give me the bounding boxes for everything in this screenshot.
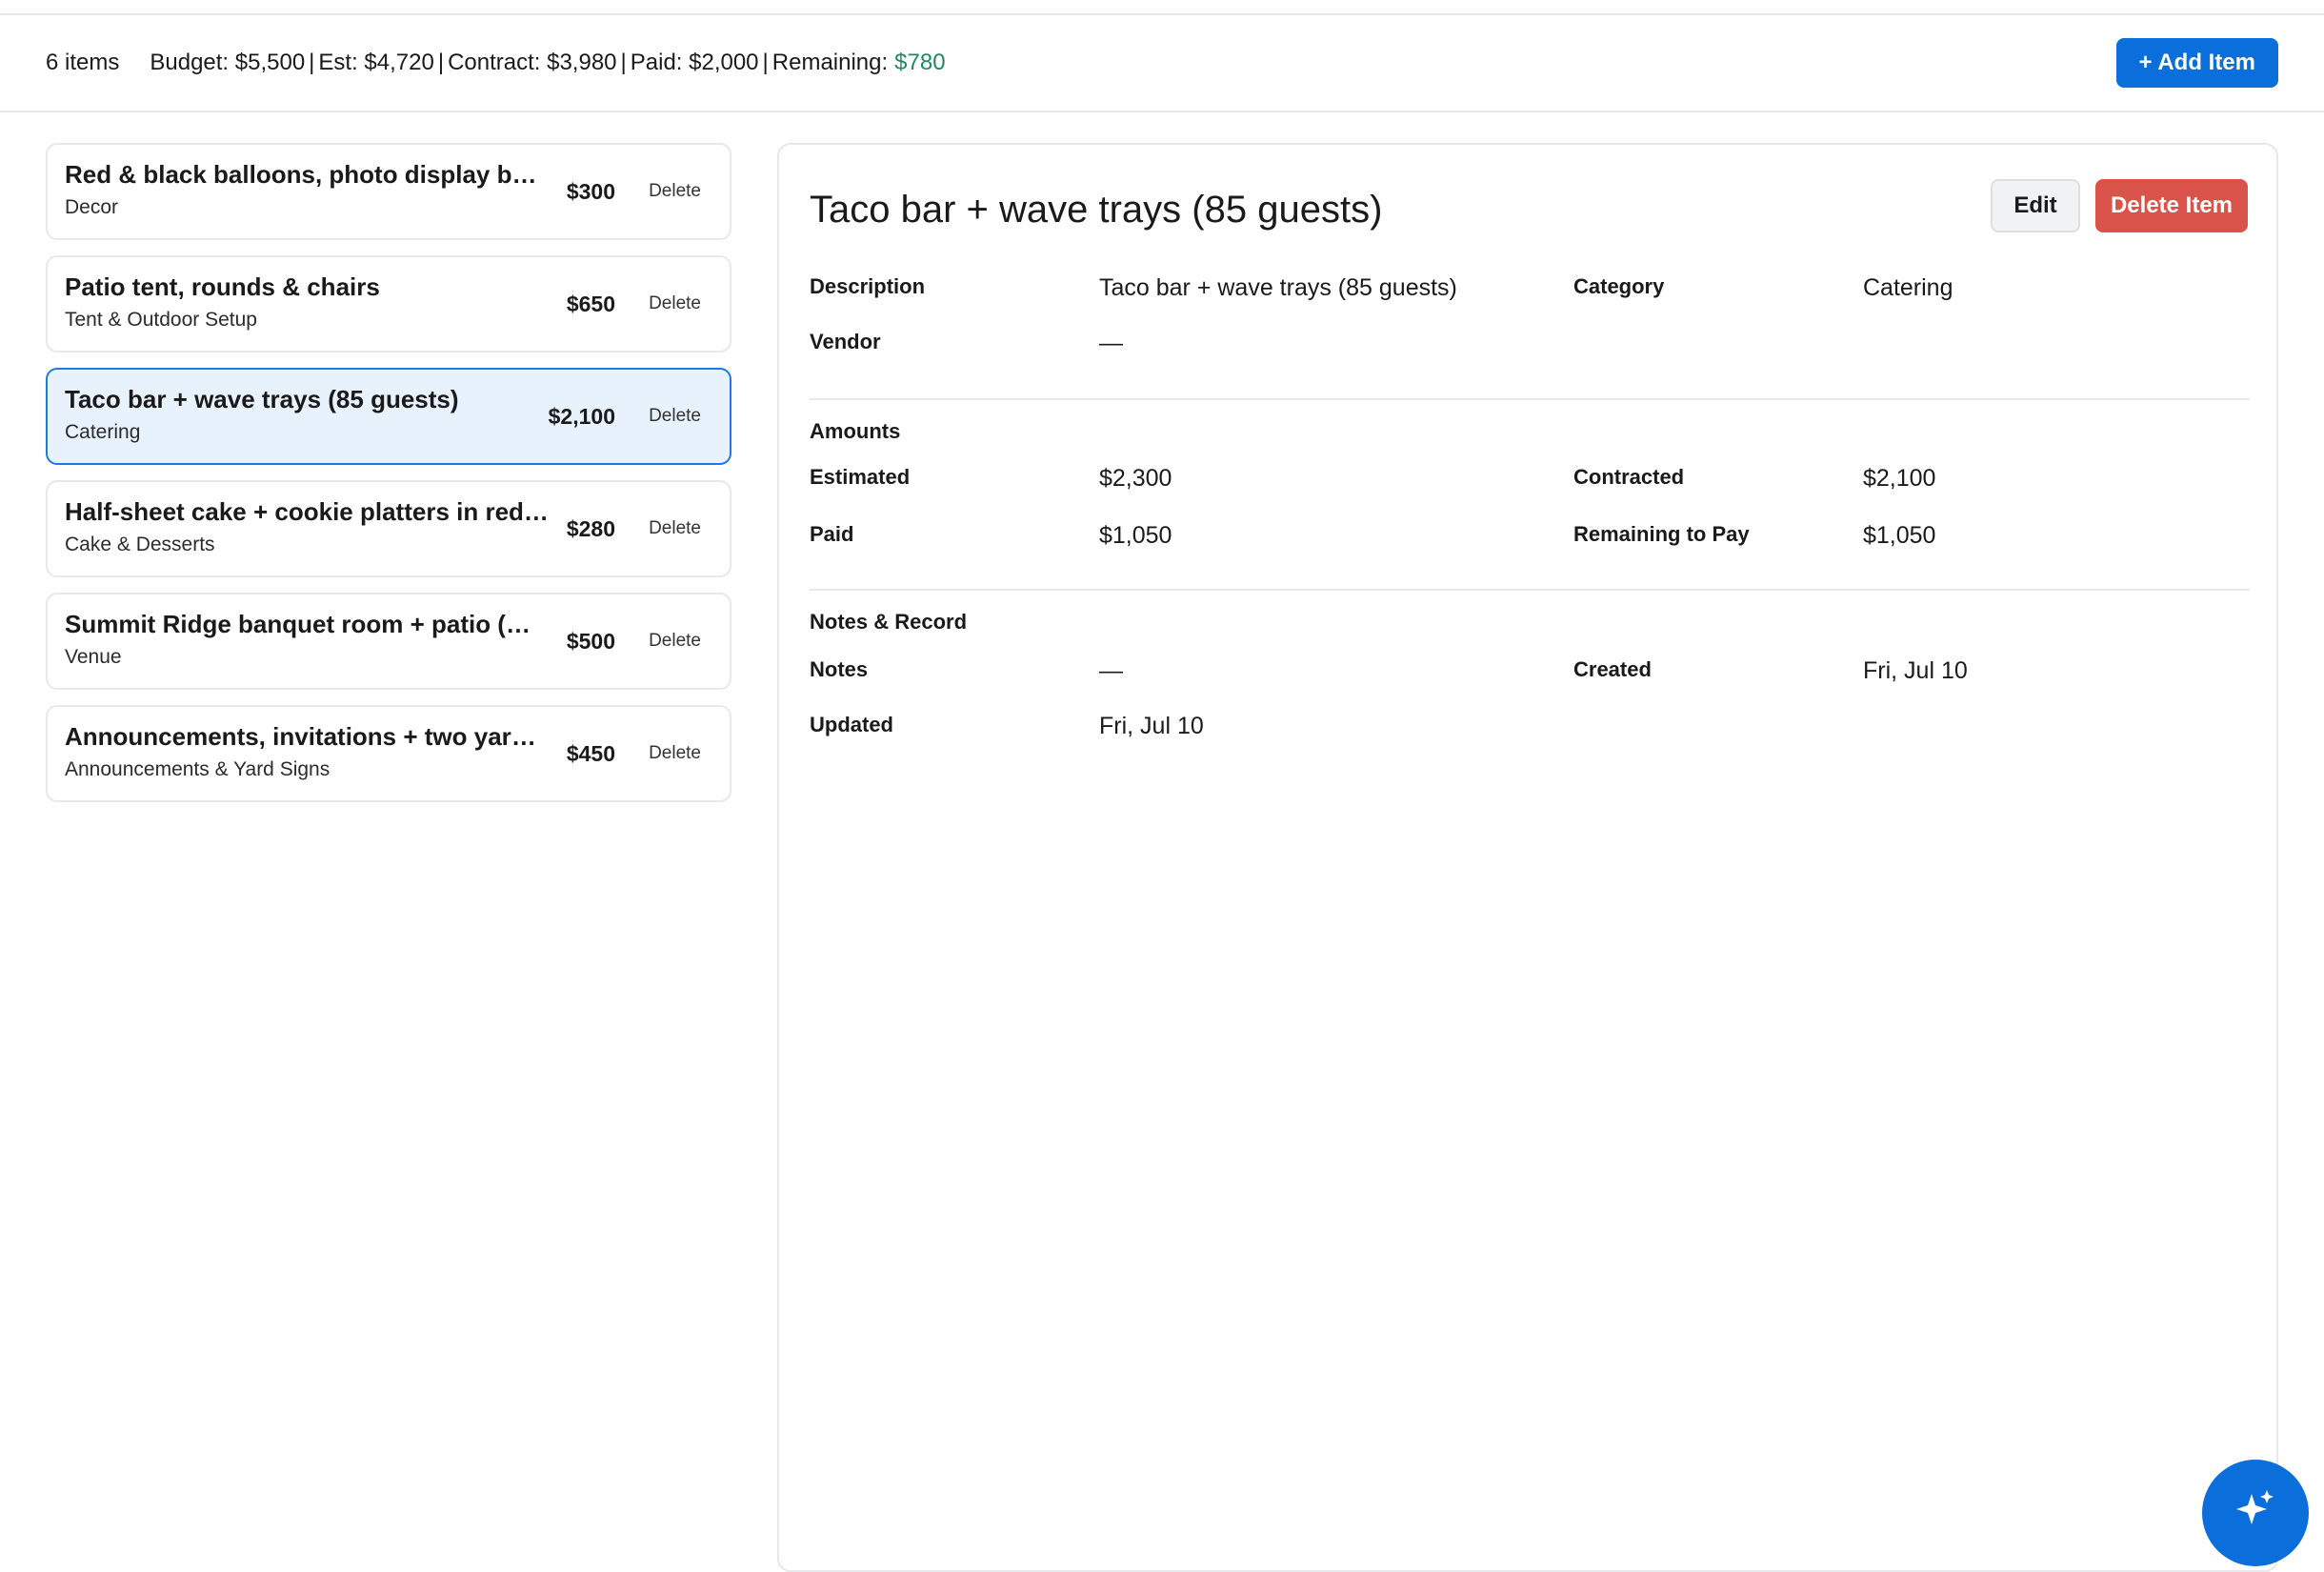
item-category: Decor <box>65 196 119 218</box>
notes-value: — <box>1099 657 1123 684</box>
item-count: 6 items <box>46 50 120 75</box>
contract-total: Contract: $3,980 <box>448 50 617 75</box>
sparkle-icon <box>2236 1490 2274 1524</box>
item-delete-button[interactable]: Delete <box>649 179 701 204</box>
item-title: Half-sheet cake + cookie platters in red… <box>65 497 551 526</box>
list-item[interactable]: Red & black balloons, photo display boar… <box>46 143 731 240</box>
item-delete-button[interactable]: Delete <box>649 292 701 316</box>
detail-title: Taco bar + wave trays (85 guests) <box>810 189 1383 231</box>
item-list: Red & black balloons, photo display boar… <box>46 143 731 817</box>
contracted-label: Contracted <box>1573 465 1685 489</box>
budget-total: Budget: $5,500 <box>150 50 306 75</box>
item-price: $300 <box>566 179 615 204</box>
notes-label: Notes <box>810 657 869 681</box>
contracted-value: $2,100 <box>1863 465 1936 492</box>
item-price: $2,100 <box>548 404 615 429</box>
remaining-to-pay-value: $1,050 <box>1863 522 1936 549</box>
item-category: Tent & Outdoor Setup <box>65 309 257 331</box>
item-delete-button[interactable]: Delete <box>649 629 701 654</box>
add-item-button[interactable]: + Add Item <box>2115 38 2278 88</box>
list-item[interactable]: Patio tent, rounds & chairs Tent & Outdo… <box>46 255 731 353</box>
item-category: Venue <box>65 646 122 668</box>
paid-value: $1,050 <box>1099 522 1172 549</box>
summary-separator: | <box>762 50 769 75</box>
category-value: Catering <box>1863 274 1953 301</box>
updated-label: Updated <box>810 713 893 736</box>
list-item[interactable]: Half-sheet cake + cookie platters in red… <box>46 480 731 577</box>
item-title: Taco bar + wave trays (85 guests) <box>65 385 459 413</box>
estimated-label: Estimated <box>810 465 911 489</box>
amounts-heading: Amounts <box>810 419 901 443</box>
description-label: Description <box>810 274 926 298</box>
assistant-fab-button[interactable] <box>2202 1460 2309 1566</box>
summary-separator: | <box>437 50 445 75</box>
updated-value: Fri, Jul 10 <box>1099 713 1204 739</box>
vendor-label: Vendor <box>810 330 881 353</box>
list-item[interactable]: Summit Ridge banquet room + patio (me...… <box>46 593 731 690</box>
item-price: $650 <box>566 292 615 316</box>
vendor-value: — <box>1099 330 1123 356</box>
summary-separator: | <box>620 50 627 75</box>
item-price: $450 <box>566 741 615 766</box>
list-item-selected[interactable]: Taco bar + wave trays (85 guests) Cateri… <box>46 368 731 465</box>
edit-button[interactable]: Edit <box>1991 179 2080 232</box>
item-category: Catering <box>65 421 141 443</box>
item-price: $280 <box>566 516 615 541</box>
item-title: Summit Ridge banquet room + patio (me... <box>65 610 551 638</box>
item-category: Cake & Desserts <box>65 534 215 555</box>
paid-label: Paid <box>810 522 854 546</box>
summary-bar: 6 items Budget: $5,500 | Est: $4,720 | C… <box>0 15 2324 112</box>
notes-record-heading: Notes & Record <box>810 610 968 634</box>
delete-item-button[interactable]: Delete Item <box>2095 179 2248 232</box>
estimated-total: Est: $4,720 <box>318 50 434 75</box>
remaining-label: Remaining: <box>771 50 889 75</box>
paid-total: Paid: $2,000 <box>630 50 759 75</box>
summary-separator: | <box>309 50 315 75</box>
category-label: Category <box>1573 274 1665 298</box>
item-title: Announcements, invitations + two yard si… <box>65 722 551 751</box>
created-label: Created <box>1573 657 1652 681</box>
item-title: Patio tent, rounds & chairs <box>65 272 380 301</box>
remaining-value: $780 <box>894 50 946 75</box>
item-title: Red & black balloons, photo display boar… <box>65 160 551 189</box>
section-divider <box>810 589 2250 591</box>
list-item[interactable]: Announcements, invitations + two yard si… <box>46 705 731 802</box>
item-category: Announcements & Yard Signs <box>65 758 331 780</box>
estimated-value: $2,300 <box>1099 465 1172 492</box>
detail-panel: Taco bar + wave trays (85 guests) Edit D… <box>777 143 2278 1572</box>
created-value: Fri, Jul 10 <box>1863 657 1968 684</box>
item-price: $500 <box>566 629 615 654</box>
item-delete-button[interactable]: Delete <box>649 741 701 766</box>
item-delete-button[interactable]: Delete <box>649 516 701 541</box>
description-value: Taco bar + wave trays (85 guests) <box>1099 274 1457 301</box>
remaining-to-pay-label: Remaining to Pay <box>1573 522 1750 546</box>
item-delete-button[interactable]: Delete <box>649 404 701 429</box>
section-divider <box>810 398 2250 400</box>
